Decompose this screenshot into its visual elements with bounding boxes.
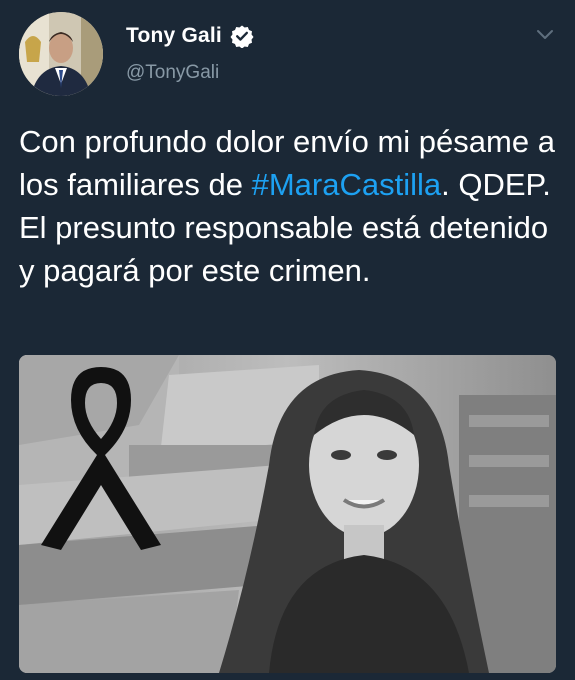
verified-badge-icon [230, 25, 254, 48]
author-display-name[interactable]: Tony Gali [126, 24, 222, 48]
media-photo [19, 355, 556, 673]
hashtag-link[interactable]: #MaraCastilla [252, 167, 442, 202]
tweet-card: Tony Gali @TonyGali Con profundo dolor e… [0, 0, 575, 680]
chevron-down-icon[interactable] [535, 24, 555, 44]
author-name-row[interactable]: Tony Gali [126, 24, 254, 48]
tweet-media-image[interactable] [19, 355, 556, 673]
tweet-text: Con profundo dolor envío mi pésame a los… [19, 120, 559, 292]
author-avatar[interactable] [19, 12, 103, 96]
author-handle[interactable]: @TonyGali [126, 62, 219, 84]
avatar-photo [19, 12, 103, 96]
